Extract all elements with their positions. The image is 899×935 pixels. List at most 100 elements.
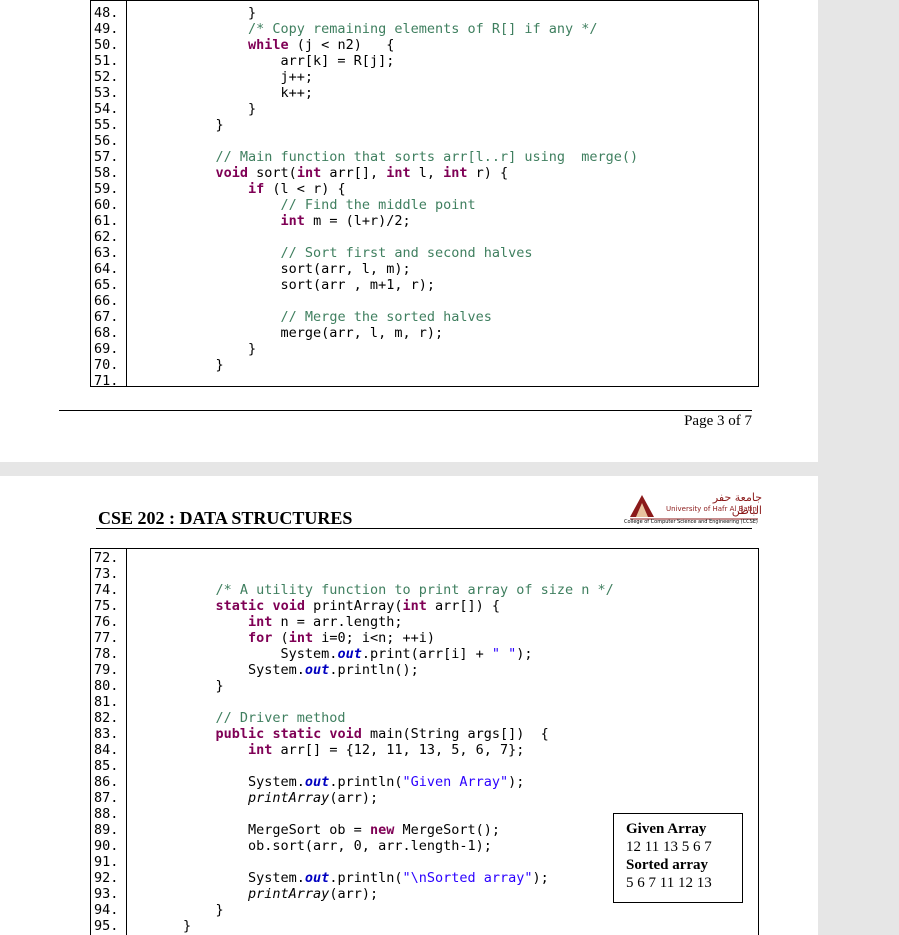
sorted-array-values: 5 6 7 11 12 13 [626,875,712,891]
code-line: j++; [183,69,314,85]
line-number: 83. [94,726,119,742]
line-number: 65. [94,277,119,293]
line-number: 85. [94,758,119,774]
line-number: 78. [94,646,119,662]
program-output-box: Given Array 12 11 13 5 6 7 Sorted array … [613,813,743,903]
code-line: // Merge the sorted halves [280,309,492,325]
line-number: 88. [94,806,119,822]
code-line: sort(arr , m+1, r); [183,277,435,293]
code-line: ob.sort(arr, 0, arr.length-1); [183,838,492,854]
line-number: 67. [94,309,119,325]
logo-arabic-text: جامعة حفر الباطن [712,491,762,517]
code-line: // Main function that sorts arr[l..r] us… [215,149,639,165]
line-number: 73. [94,566,119,582]
line-number: 93. [94,886,119,902]
line-number: 86. [94,774,119,790]
line-number: 84. [94,742,119,758]
line-number: 62. [94,229,119,245]
line-number: 68. [94,325,119,341]
code-line: k++; [183,85,314,101]
code-line: /* Copy remaining elements of R[] if any… [248,21,598,37]
line-number: 55. [94,117,119,133]
page-3: 48. } 49. /* Copy remaining elements of R… [0,0,818,462]
footer-rule [59,410,752,411]
line-number: 81. [94,694,119,710]
line-number: 74. [94,582,119,598]
line-number: 82. [94,710,119,726]
code-listing-top: 48. } 49. /* Copy remaining elements of R… [90,0,759,389]
line-number: 72. [94,550,119,566]
course-title: CSE 202 : DATA STRUCTURES [98,508,353,528]
code-line: } [183,341,257,357]
code-line: } [183,357,224,373]
line-number: 58. [94,165,119,181]
line-number: 61. [94,213,119,229]
line-number: 52. [94,69,119,85]
page-number: Page 3 of 7 [684,413,752,429]
logo-english-text: University of Hafr Al Batin [666,505,757,513]
logo-college-text: College of Computer Science and Engineer… [624,519,758,525]
code-line: int arr[] = {12, 11, 13, 5, 6, 7}; [248,742,525,758]
line-number: 79. [94,662,119,678]
code-line: } [183,5,257,21]
code-line: /* A utility function to print array of … [215,582,614,598]
code-line: // Driver method [215,710,346,726]
code-line: printArray(arr); [248,790,379,806]
line-number: 75. [94,598,119,614]
line-number: 71. [94,373,119,389]
code-line: if (l < r) { [248,181,346,197]
line-number: 94. [94,902,119,918]
code-line: merge(arr, l, m, r); [183,325,444,341]
line-number: 89. [94,822,119,838]
line-number: 50. [94,37,119,53]
code-line: } [183,918,192,934]
line-number: 92. [94,870,119,886]
line-number: 53. [94,85,119,101]
university-logo: جامعة حفر الباطن University of Hafr Al B… [622,491,762,527]
line-number: 59. [94,181,119,197]
line-number: 57. [94,149,119,165]
code-line: } [183,101,257,117]
line-number: 64. [94,261,119,277]
code-line: MergeSort ob = new MergeSort(); [183,822,500,838]
line-number: 69. [94,341,119,357]
line-number: 49. [94,21,119,37]
given-array-values: 12 11 13 5 6 7 [626,839,712,855]
code-line: void sort(int arr[], int l, int r) { [215,165,509,181]
line-number: 66. [94,293,119,309]
code-line: } [183,117,224,133]
sorted-array-label: Sorted array [626,857,709,873]
code-line: } [183,678,224,694]
line-number: 77. [94,630,119,646]
code-line: // Sort first and second halves [280,245,533,261]
line-number: 56. [94,133,119,149]
code-line: System.out.println("\nSorted array"); [183,870,549,886]
line-number: 63. [94,245,119,261]
code-line: System.out.println("Given Array"); [183,774,525,790]
line-number: 60. [94,197,119,213]
line-number: 51. [94,53,119,69]
line-number: 76. [94,614,119,630]
code-line: // Find the middle point [280,197,476,213]
header-rule [96,528,752,529]
given-array-label: Given Array [626,821,707,837]
line-number: 54. [94,101,119,117]
code-line: sort(arr, l, m); [183,261,411,277]
line-number: 48. [94,5,119,21]
code-line: static void printArray(int arr[]) { [215,598,501,614]
line-number: 95. [94,918,119,934]
code-line: int n = arr.length; [248,614,403,630]
code-line: } [183,902,224,918]
line-number: 87. [94,790,119,806]
line-number: 80. [94,678,119,694]
code-line: int m = (l+r)/2; [280,213,411,229]
code-line: public static void main(String args[]) { [215,726,549,742]
line-number: 70. [94,357,119,373]
line-number: 90. [94,838,119,854]
code-line: System.out.print(arr[i] + " "); [183,646,533,662]
code-line: for (int i=0; i<n; ++i) [248,630,435,646]
code-line: printArray(arr); [248,886,379,902]
code-line: System.out.println(); [183,662,419,678]
code-line: while (j < n2) { [248,37,395,53]
line-number: 91. [94,854,119,870]
